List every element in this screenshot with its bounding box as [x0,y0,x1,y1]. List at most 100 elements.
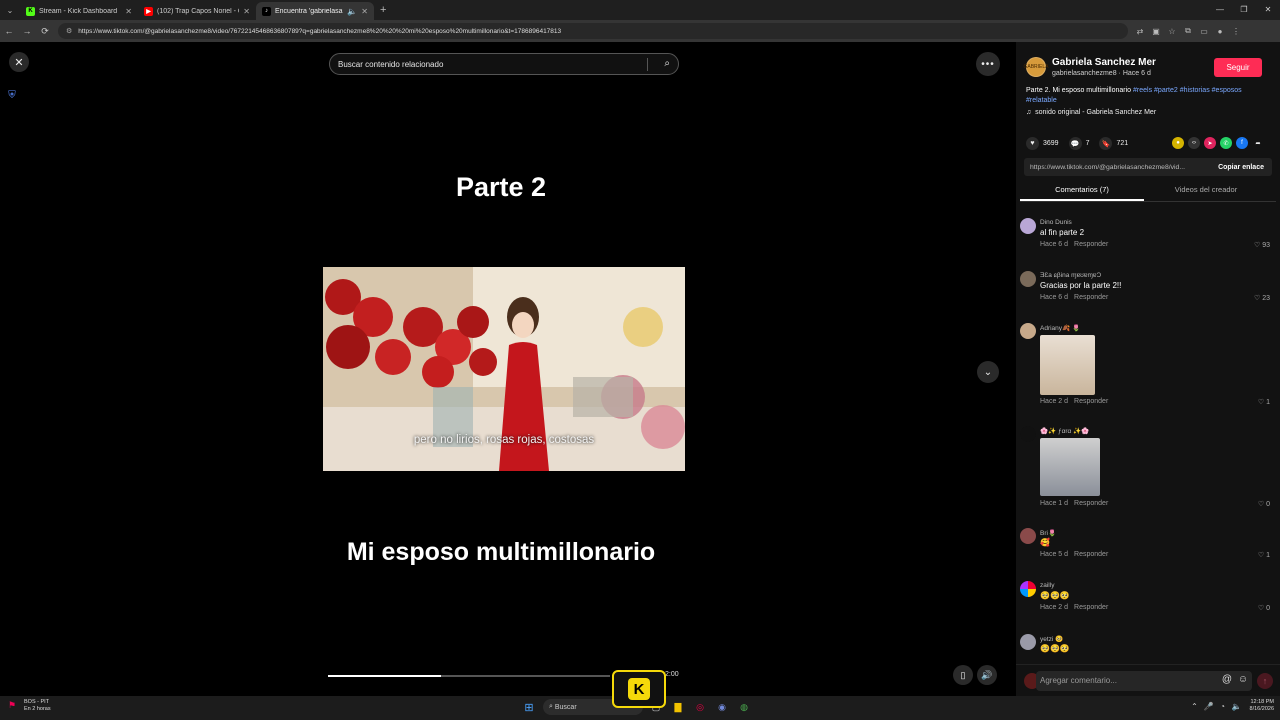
author-name[interactable]: Gabriela Sanchez Mer [1052,57,1156,68]
hashtag-link[interactable]: #historias [1180,87,1210,94]
whatsapp-icon[interactable]: ✆ [1220,137,1232,149]
close-video-button[interactable]: ✕ [9,52,29,72]
puzzle-icon[interactable]: ⧉ [1180,26,1196,36]
microphone-icon[interactable]: 🎤 [1202,702,1216,711]
facebook-icon[interactable]: f [1236,137,1248,149]
reload-icon[interactable]: ⟳ [36,26,54,37]
tab-comments[interactable]: Comentarios (7) [1020,182,1144,201]
avatar[interactable] [1020,218,1036,234]
coin-icon[interactable]: ● [1172,137,1184,149]
close-tab-icon[interactable]: ✕ [361,7,368,16]
close-tab-icon[interactable]: ✕ [243,7,250,16]
mention-icon[interactable]: @ [1219,674,1235,685]
speaker-icon[interactable]: 🔈 [347,7,357,16]
tab-kick-dashboard[interactable]: K Stream - Kick Dashboard ✕ [20,2,138,20]
new-tab-button[interactable]: + [380,4,386,16]
send-icon[interactable]: ➤ [1204,137,1216,149]
comment-like[interactable]: ♡ 0 [1258,604,1270,612]
hashtag-link[interactable]: #esposos [1212,87,1242,94]
avatar[interactable] [1020,581,1036,597]
comment-user[interactable]: Bri🌷 [1040,529,1056,537]
comment-button[interactable]: 💬 7 [1068,137,1089,150]
comment-like[interactable]: ♡ 93 [1254,241,1270,249]
discord-icon[interactable]: ◉ [713,699,731,715]
bookmark-star-icon[interactable]: ☆ [1164,27,1180,36]
embed-icon[interactable]: ‹› [1188,137,1200,149]
sidepanel-icon[interactable]: ▭ [1196,27,1212,36]
comment-like[interactable]: ♡ 1 [1258,551,1270,559]
file-explorer-icon[interactable]: ▇ [669,699,687,715]
minimize-icon[interactable]: — [1208,0,1232,20]
avatar[interactable] [1020,426,1036,442]
reply-button[interactable]: Responder [1074,294,1108,301]
wifi-icon[interactable]: ◔ [1216,702,1230,711]
reply-button[interactable]: Responder [1074,398,1108,405]
reply-button[interactable]: Responder [1074,500,1108,507]
comment-user[interactable]: zailly [1040,582,1054,589]
avatar[interactable] [1020,634,1036,650]
back-icon[interactable]: ← [0,26,18,36]
avatar[interactable] [1020,528,1036,544]
related-search-input[interactable]: Buscar contenido relacionado ⌕ [329,53,679,75]
comment-user[interactable]: ƎƐa ɕβina ɱɐʊɐɱɐƆ [1040,272,1101,279]
sound-link[interactable]: ♫ sonido original - Gabriela Sanchez Mer [1026,109,1156,116]
comment-user[interactable]: Adriany🍂 🌷 [1040,324,1080,332]
copy-link-button[interactable]: Copiar enlace [1210,164,1272,171]
site-info-icon[interactable]: ⚙ [66,27,72,35]
next-video-button[interactable]: ⌄ [977,361,999,383]
speaker-icon[interactable]: 🔈 [1230,702,1244,711]
hashtag-link[interactable]: #reels [1133,87,1152,94]
comment-meta: Hace 6 d Responder [1040,294,1108,301]
reply-button[interactable]: Responder [1074,551,1108,558]
video-player[interactable]: Buscar contenido relacionado ⌕ Parte 2 p… [323,42,685,696]
comment-like[interactable]: ♡ 0 [1258,500,1270,508]
hashtag-link[interactable]: #relatable [1026,97,1057,104]
translate-icon[interactable]: ⇄ [1132,27,1148,36]
reply-button[interactable]: Responder [1074,241,1108,248]
menu-dots-icon[interactable]: ⋮ [1228,27,1244,36]
comment-user[interactable]: Dino Dunis [1040,219,1072,226]
video-link[interactable]: https://www.tiktok.com/@gabrielasanchezm… [1024,164,1210,171]
shield-icon[interactable]: ⛨ [5,88,19,102]
video-progress-bar[interactable] [328,675,610,677]
more-options-button[interactable]: ••• [976,52,1000,76]
send-comment-button[interactable]: ↑ [1257,673,1273,689]
volume-icon[interactable]: 🔊 [977,665,997,685]
extension-icon[interactable]: ▣ [1148,27,1164,36]
hashtag-link[interactable]: #parte2 [1154,87,1178,94]
comment-user[interactable]: 🌸✨ ƒαrα ✨🌸 [1040,427,1089,435]
floating-player-button[interactable]: ▯ [953,665,973,685]
like-button[interactable]: ♥ 3699 [1026,137,1059,150]
forward-icon[interactable]: → [18,26,36,36]
share-arrow-icon[interactable]: ➦ [1252,137,1264,149]
windows-start-icon[interactable]: ⊞ [521,699,537,715]
app-icon[interactable]: ◎ [691,699,709,715]
close-tab-icon[interactable]: ✕ [125,7,132,16]
avatar[interactable] [1020,271,1036,287]
close-window-icon[interactable]: ✕ [1256,0,1280,20]
tab-youtube[interactable]: ▶ (102) Trap Capos Noriel - Quie ✕ [138,2,256,20]
tab-search-icon[interactable]: ⌄ [0,0,20,20]
search-icon[interactable]: ⌕ [664,58,670,69]
reply-button[interactable]: Responder [1074,604,1108,611]
taskbar-widget[interactable]: ⚑ BOS - PIT En 2 horas [8,699,51,713]
author-avatar[interactable]: GABRIELA [1024,57,1049,77]
comment-like-count: 0 [1266,501,1270,508]
follow-button[interactable]: Seguir [1214,58,1262,77]
chrome-icon[interactable]: ◍ [735,699,753,715]
tab-creator-videos[interactable]: Videos del creador [1144,182,1268,201]
taskbar-clock[interactable]: 12:18 PM 8/16/2026 [1250,699,1274,713]
emoji-icon[interactable]: ☺ [1235,674,1251,685]
save-button[interactable]: 🔖 721 [1099,137,1128,150]
url-field[interactable]: ⚙ https://www.tiktok.com/@gabrielasanche… [58,23,1128,39]
tray-arrow-icon[interactable]: ⌃ [1188,702,1202,711]
comment-user[interactable]: yetzi 🥺 [1040,635,1063,643]
avatar[interactable] [1020,323,1036,339]
maximize-icon[interactable]: ❐ [1232,0,1256,20]
comment-like[interactable]: ♡ 1 [1258,398,1270,406]
profile-icon[interactable]: ● [1212,27,1228,36]
comment-sticker-image[interactable] [1040,438,1100,496]
tab-tiktok[interactable]: ♪ Encuentra 'gabrielasanchez 🔈 ✕ [256,2,374,20]
comment-like[interactable]: ♡ 23 [1254,294,1270,302]
comment-sticker-image[interactable] [1040,335,1095,395]
